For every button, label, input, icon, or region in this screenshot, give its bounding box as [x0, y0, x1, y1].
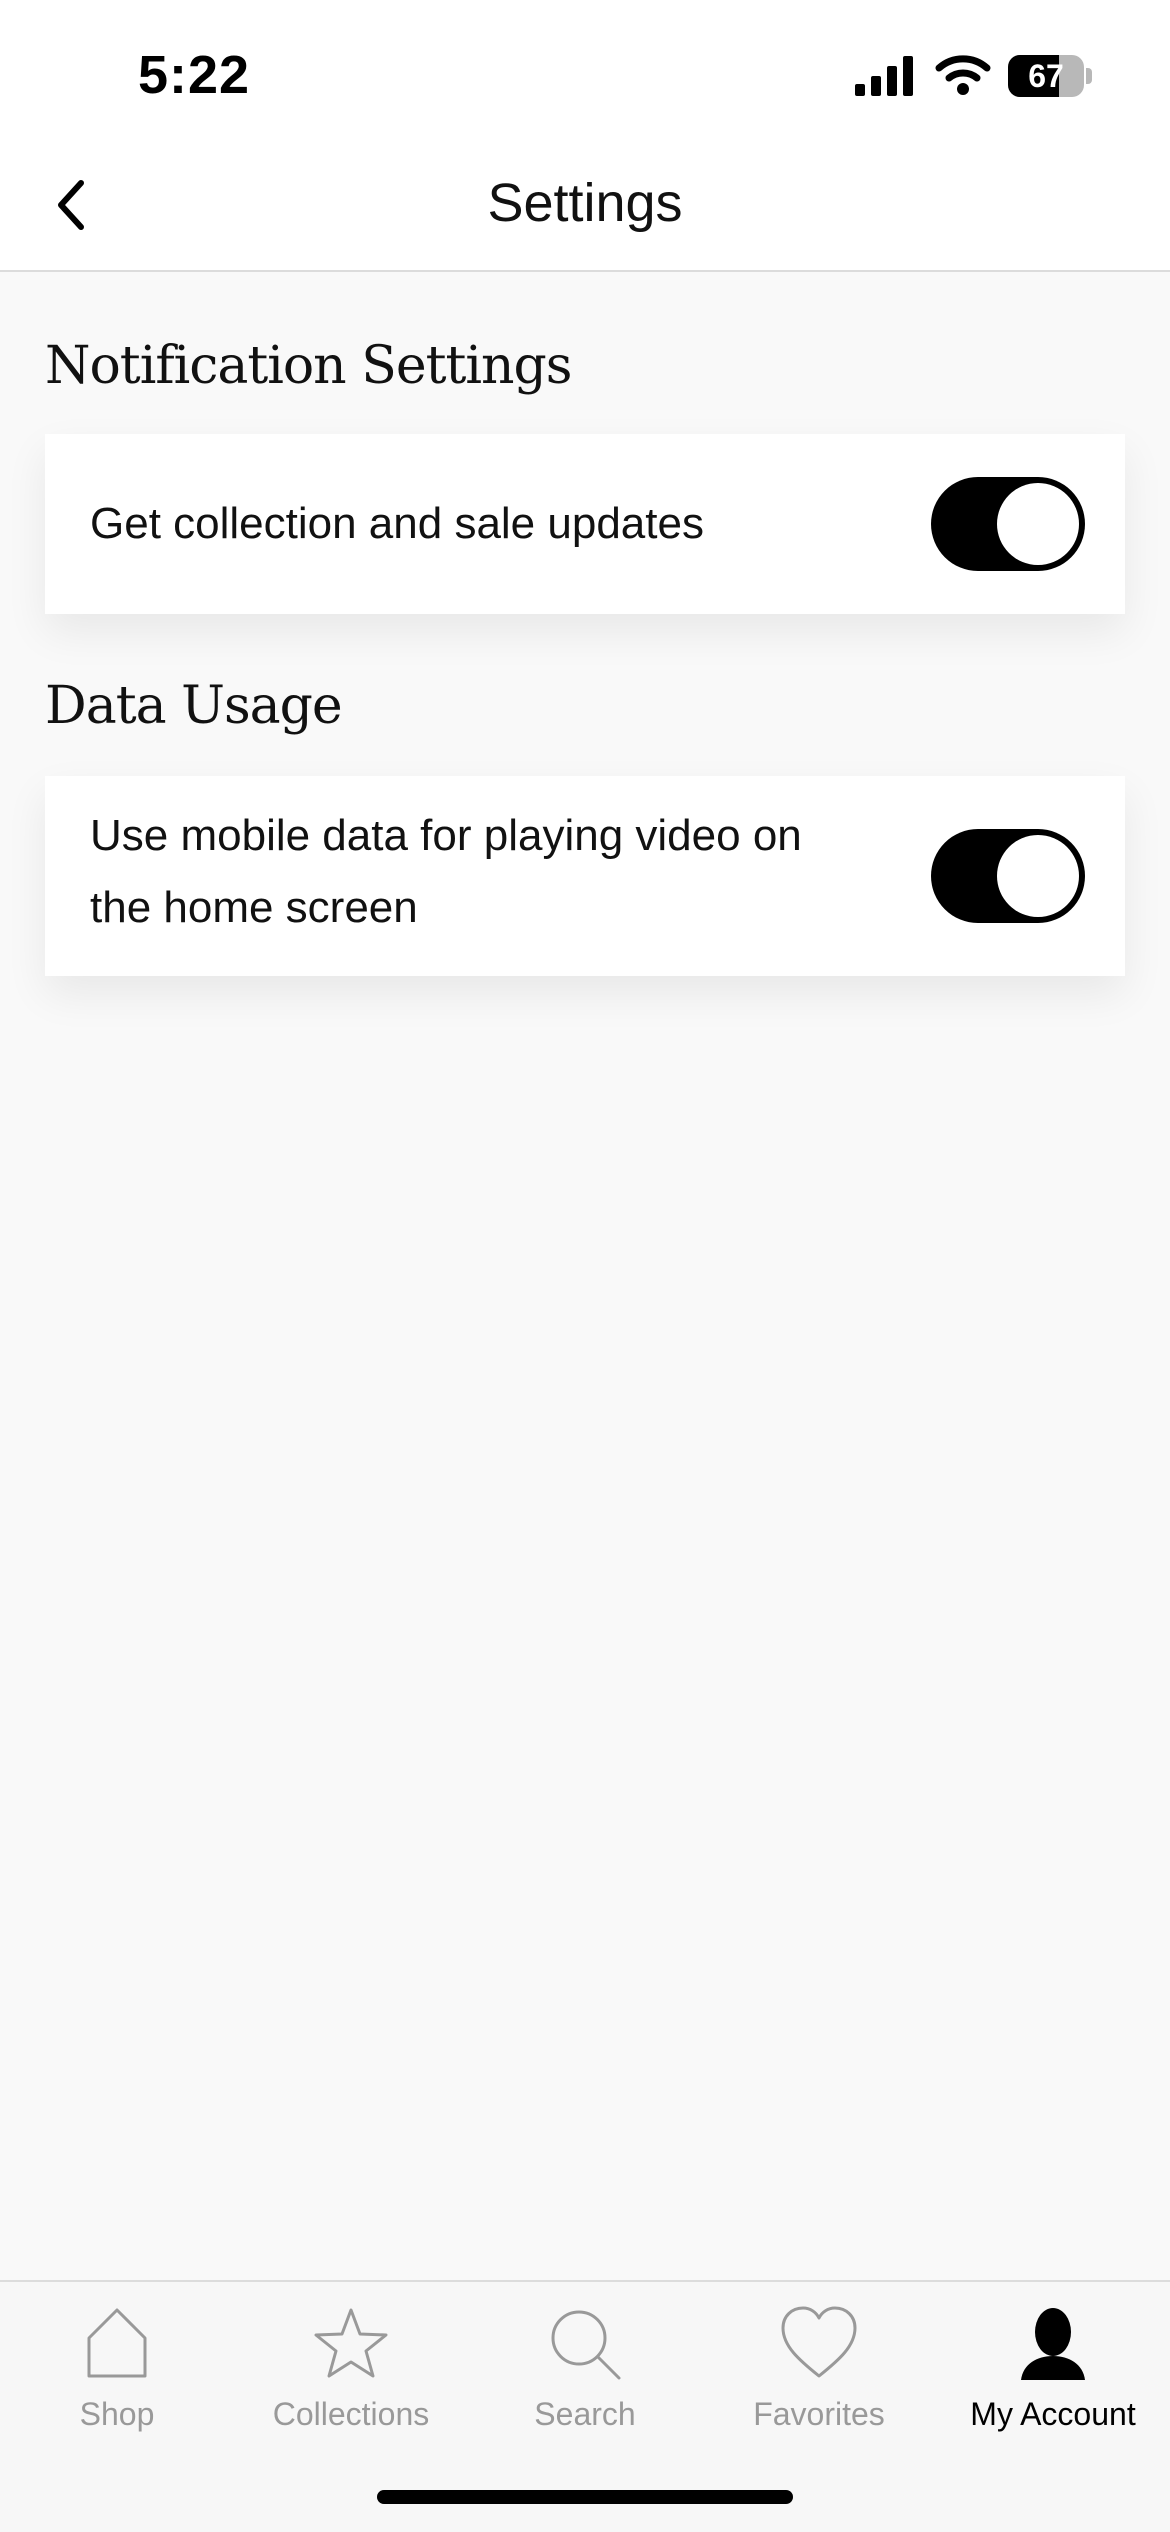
search-icon — [551, 2310, 621, 2380]
tab-shop[interactable]: Shop — [0, 2282, 234, 2442]
settings-screen: 5:22 67 Settings Notification Settings G… — [0, 0, 1170, 2532]
mobile-data-video-label: Use mobile data for playing video on the… — [90, 800, 802, 944]
tab-favorites[interactable]: Favorites — [702, 2282, 936, 2442]
heart-icon — [781, 2306, 857, 2378]
mobile-data-video-toggle[interactable] — [931, 829, 1085, 923]
mobile-data-video-label-line2: the home screen — [90, 883, 418, 932]
section-heading-data-usage: Data Usage — [45, 676, 343, 736]
page-title: Settings — [487, 173, 683, 233]
person-icon — [1021, 2308, 1085, 2380]
toggle-knob — [997, 835, 1079, 917]
star-icon — [314, 2308, 388, 2378]
tab-label: Collections — [272, 2396, 430, 2432]
tab-search[interactable]: Search — [468, 2282, 702, 2442]
battery-indicator: 67 — [1008, 55, 1092, 97]
tab-my-account[interactable]: My Account — [936, 2282, 1170, 2442]
toggle-knob — [997, 483, 1079, 565]
wifi-icon — [935, 55, 991, 95]
tab-label: Shop — [79, 2396, 155, 2432]
tab-label: Favorites — [753, 2396, 885, 2432]
cellular-signal-icon — [855, 56, 913, 96]
collection-updates-label: Get collection and sale updates — [90, 499, 704, 548]
tab-label: Search — [534, 2396, 636, 2432]
section-heading-notification-settings: Notification Settings — [45, 336, 572, 396]
status-bar: 5:22 67 — [0, 0, 1170, 150]
battery-level: 67 — [1028, 58, 1064, 94]
tab-collections[interactable]: Collections — [234, 2282, 468, 2442]
home-icon — [87, 2308, 147, 2378]
battery-body: 67 — [1008, 55, 1084, 97]
home-indicator — [377, 2490, 793, 2504]
data-usage-card: Use mobile data for playing video on the… — [45, 776, 1125, 976]
battery-tip — [1086, 68, 1092, 84]
notification-settings-card: Get collection and sale updates — [45, 434, 1125, 614]
navigation-bar: Settings — [0, 150, 1170, 272]
mobile-data-video-label-line1: Use mobile data for playing video on — [90, 811, 802, 860]
collection-updates-toggle[interactable] — [931, 477, 1085, 571]
tab-label: My Account — [970, 2396, 1136, 2432]
status-time: 5:22 — [138, 45, 251, 105]
